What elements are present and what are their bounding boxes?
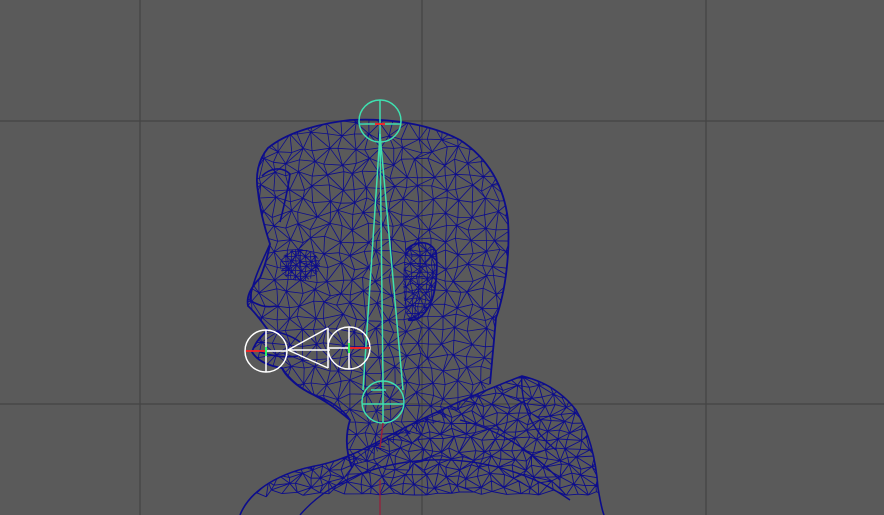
viewport-canvas[interactable]: [0, 0, 884, 515]
3d-viewport[interactable]: [0, 0, 884, 515]
jaw-pivot-joint[interactable]: [327, 326, 371, 370]
head-wire-lines: [247, 119, 509, 468]
nose-line: [249, 243, 277, 308]
jaw-tip-joint[interactable]: [244, 329, 288, 373]
head-mesh[interactable]: [232, 107, 525, 491]
viewport-grid: [0, 0, 884, 515]
head-bone-edge: [379, 133, 384, 383]
mesh-wire: [247, 119, 509, 468]
